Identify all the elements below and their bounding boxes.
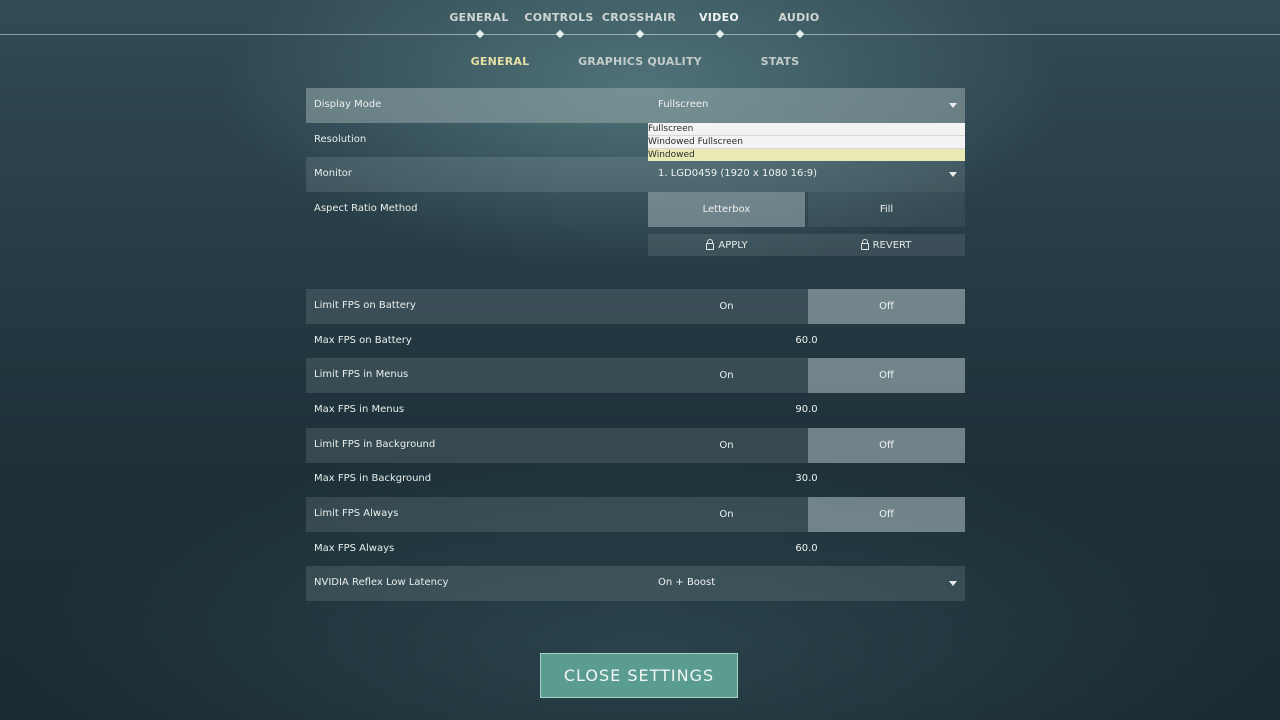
tab-audio[interactable]: AUDIO (778, 11, 819, 24)
setting-row-limit-fps-battery: Limit FPS on Battery On Off (306, 289, 965, 324)
chevron-down-icon (949, 103, 957, 108)
limit-fps-always-off[interactable]: Off (808, 497, 965, 532)
tab-marker-icon (475, 29, 485, 39)
setting-label: Limit FPS in Background (314, 439, 436, 450)
lock-icon (706, 239, 715, 250)
setting-row-limit-fps-background: Limit FPS in Background On Off (306, 428, 965, 463)
select-value: 1. LGD0459 (1920 x 1080 16:9) (658, 168, 817, 179)
apply-label: APPLY (718, 239, 748, 251)
setting-label: Limit FPS in Menus (314, 369, 409, 380)
tab-marker-icon (715, 29, 725, 39)
setting-row-limit-fps-always: Limit FPS Always On Off (306, 497, 965, 532)
setting-row-max-fps-background: Max FPS in Background 30.0 (306, 462, 965, 497)
setting-label: Resolution (314, 134, 367, 145)
setting-label: Limit FPS Always (314, 508, 399, 519)
fill-option[interactable]: Fill (808, 192, 965, 227)
revert-label: REVERT (872, 239, 912, 251)
setting-row-max-fps-battery: Max FPS on Battery 60.0 (306, 324, 965, 359)
subtab-stats[interactable]: STATS (761, 55, 800, 68)
tab-general[interactable]: GENERAL (449, 11, 508, 24)
max-fps-battery-value[interactable]: 60.0 (648, 335, 965, 346)
setting-label: Max FPS Always (314, 543, 395, 554)
setting-row-max-fps-always: Max FPS Always 60.0 (306, 532, 965, 567)
setting-label: Max FPS in Menus (314, 404, 405, 415)
setting-label: Max FPS in Background (314, 473, 432, 484)
max-fps-menus-value[interactable]: 90.0 (648, 404, 965, 415)
tab-marker-icon (555, 29, 565, 39)
chevron-down-icon (949, 172, 957, 177)
setting-label: Aspect Ratio Method (314, 203, 418, 214)
subtab-graphics-quality[interactable]: GRAPHICS QUALITY (578, 55, 702, 68)
setting-row-display-mode: Display Mode Fullscreen (306, 88, 965, 123)
tab-marker-icon (795, 29, 805, 39)
tab-video[interactable]: VIDEO (699, 11, 739, 24)
limit-fps-battery-on[interactable]: On (648, 289, 805, 324)
limit-fps-menus-off[interactable]: Off (808, 358, 965, 393)
display-mode-select[interactable]: Fullscreen (648, 88, 965, 123)
apply-revert-bar: APPLY REVERT (648, 234, 965, 256)
lock-icon (860, 239, 869, 250)
limit-fps-background-off[interactable]: Off (808, 428, 965, 463)
setting-row-aspect-ratio: Aspect Ratio Method Letterbox Fill (306, 192, 965, 227)
tab-crosshair[interactable]: CROSSHAIR (602, 11, 676, 24)
tab-marker-icon (635, 29, 645, 39)
dropdown-option-windowed-fullscreen[interactable]: Windowed Fullscreen (648, 135, 965, 148)
select-value: On + Boost (658, 577, 716, 588)
setting-row-limit-fps-menus: Limit FPS in Menus On Off (306, 358, 965, 393)
setting-label: NVIDIA Reflex Low Latency (314, 577, 449, 588)
nvidia-reflex-select[interactable]: On + Boost (648, 566, 965, 601)
chevron-down-icon (949, 581, 957, 586)
setting-label: Max FPS on Battery (314, 335, 412, 346)
max-fps-always-value[interactable]: 60.0 (648, 543, 965, 554)
tab-controls[interactable]: CONTROLS (524, 11, 593, 24)
revert-button[interactable]: REVERT (807, 234, 965, 256)
setting-row-monitor: Monitor 1. LGD0459 (1920 x 1080 16:9) (306, 157, 965, 192)
dropdown-option-windowed[interactable]: Windowed (648, 148, 965, 161)
limit-fps-background-on[interactable]: On (648, 428, 805, 463)
subtab-general[interactable]: GENERAL (471, 55, 530, 68)
display-mode-dropdown-list: Fullscreen Windowed Fullscreen Windowed (648, 123, 965, 161)
close-settings-button[interactable]: CLOSE SETTINGS (540, 653, 738, 698)
letterbox-option[interactable]: Letterbox (648, 192, 805, 227)
setting-row-nvidia-reflex: NVIDIA Reflex Low Latency On + Boost (306, 566, 965, 601)
limit-fps-always-on[interactable]: On (648, 497, 805, 532)
select-value: Fullscreen (658, 99, 709, 110)
setting-label: Monitor (314, 168, 353, 179)
limit-fps-battery-off[interactable]: Off (808, 289, 965, 324)
monitor-select[interactable]: 1. LGD0459 (1920 x 1080 16:9) (648, 157, 965, 192)
apply-button[interactable]: APPLY (648, 234, 806, 256)
setting-label: Display Mode (314, 99, 382, 110)
limit-fps-menus-on[interactable]: On (648, 358, 805, 393)
setting-row-max-fps-menus: Max FPS in Menus 90.0 (306, 393, 965, 428)
setting-label: Limit FPS on Battery (314, 300, 416, 311)
dropdown-option-fullscreen[interactable]: Fullscreen (648, 123, 965, 135)
max-fps-background-value[interactable]: 30.0 (648, 473, 965, 484)
